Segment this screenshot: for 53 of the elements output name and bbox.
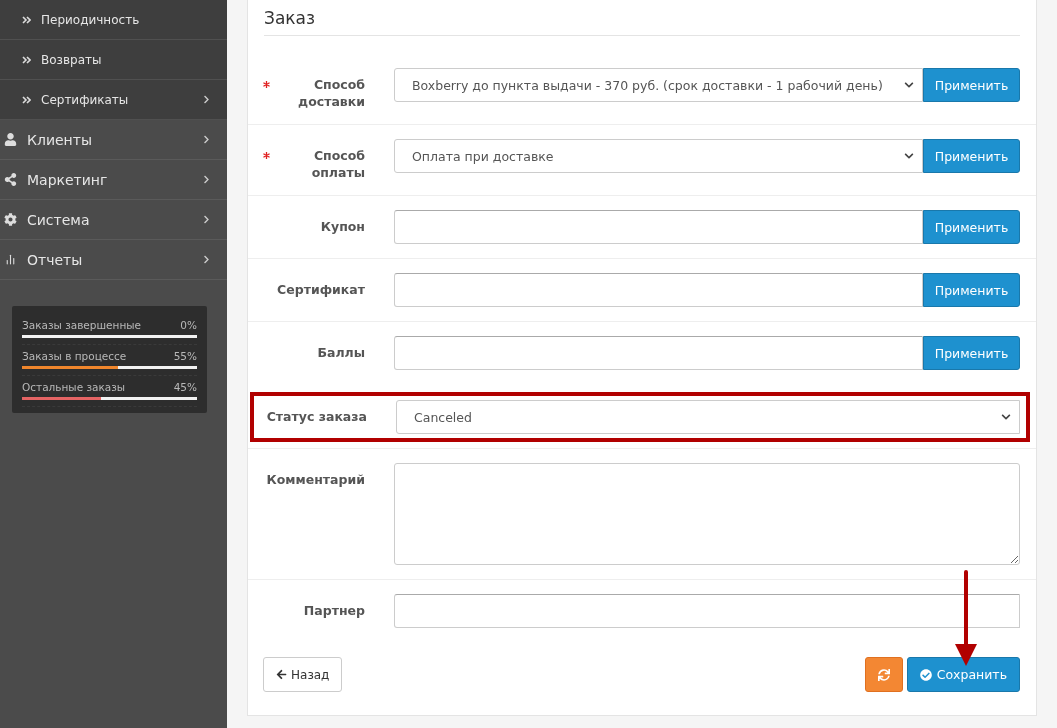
sidebar-item[interactable]: Периодичность [0, 0, 227, 40]
field-label: Комментарий [266, 471, 365, 488]
stat-value: 55% [173, 350, 197, 362]
chevron-icon [202, 255, 211, 264]
select-field[interactable]: Boxberry до пункта выдачи - 370 руб. (срок доставки - 1 рабочий день) [394, 68, 923, 102]
stat-value: 45% [173, 381, 197, 393]
menu-icon [4, 173, 17, 186]
double-chevron-icon [22, 95, 31, 104]
double-chevron-icon [22, 55, 31, 64]
back-button[interactable]: Назад [263, 657, 343, 692]
refresh-icon [877, 668, 890, 681]
input-field[interactable] [394, 210, 923, 244]
chevron-icon [202, 135, 211, 144]
input-field[interactable] [394, 594, 1020, 628]
apply-button[interactable]: Применить [923, 336, 1020, 370]
chevron-icon [202, 215, 211, 224]
refresh-button[interactable] [864, 657, 903, 692]
panel-title: Заказ [264, 0, 1020, 36]
dropdown-icon [904, 80, 914, 90]
dropdown-icon [1001, 412, 1011, 422]
field-label: Сертификат [277, 281, 365, 298]
chevron-icon [202, 175, 211, 184]
input-field[interactable] [394, 273, 923, 307]
field-label: Купон [320, 218, 365, 235]
input-field[interactable] [394, 336, 923, 370]
select-field[interactable]: Canceled [396, 400, 1020, 434]
sidebar-item[interactable]: Сертификаты [0, 80, 227, 120]
sidebar-item[interactable]: Возвраты [0, 40, 227, 80]
field-label: Статус заказа [266, 408, 367, 425]
menu-icon [4, 213, 17, 226]
apply-button[interactable]: Применить [923, 273, 1020, 307]
double-chevron-icon [22, 15, 31, 24]
textarea-field[interactable] [394, 463, 1020, 565]
save-button[interactable]: Сохранить [906, 657, 1020, 692]
apply-button[interactable]: Применить [923, 139, 1020, 173]
menu-icon [4, 253, 17, 266]
menu-icon [4, 133, 17, 146]
field-label: Баллы [317, 344, 365, 361]
apply-button[interactable]: Применить [923, 210, 1020, 244]
stat-label: Заказы в процессе [22, 350, 127, 362]
select-field[interactable]: Оплата при доставке [394, 139, 923, 173]
dropdown-icon [904, 151, 914, 161]
stat-value: 0% [180, 319, 197, 331]
chevron-icon [202, 95, 211, 104]
field-label: Партнер [303, 602, 365, 619]
stat-label: Заказы завершенные [22, 319, 142, 331]
stat-label: Остальные заказы [22, 381, 126, 393]
required-asterisk-icon [263, 151, 270, 158]
arrow-left-icon [276, 669, 287, 680]
field-label: Способ оплаты [310, 147, 365, 181]
required-asterisk-icon [263, 80, 270, 87]
apply-button[interactable]: Применить [923, 68, 1020, 102]
field-label: Способ доставки [297, 76, 365, 110]
